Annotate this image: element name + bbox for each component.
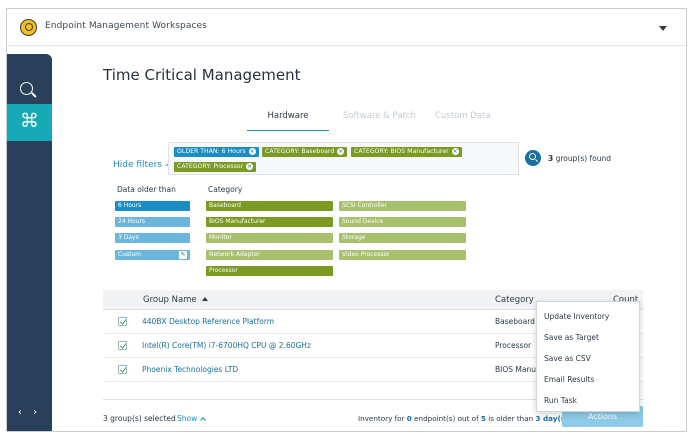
age-option-24-hours[interactable]: 24 Hours (115, 217, 190, 227)
category-option-storage[interactable]: Storage (339, 233, 466, 243)
groups-found: 3 group(s) found (548, 154, 612, 163)
checkbox-checked-icon[interactable] (118, 341, 127, 350)
hide-filters-toggle[interactable]: Hide filters (113, 160, 174, 170)
filter-chip-baseboard: CATEGORY: Baseboard × (262, 147, 348, 157)
checkbox-checked-icon[interactable] (118, 365, 127, 374)
checkbox-checked-icon[interactable] (118, 317, 127, 326)
search-button[interactable] (525, 150, 541, 166)
group-category: Baseboard (495, 317, 535, 326)
tab-hardware[interactable]: Hardware (247, 110, 329, 131)
column-category[interactable]: Category (495, 295, 534, 305)
app-title: Endpoint Management Workspaces (45, 21, 207, 31)
top-bar: Endpoint Management Workspaces (7, 9, 686, 46)
category-option-video-processor[interactable]: Video Processor (339, 250, 466, 260)
group-category: Processor (495, 341, 532, 350)
menu-item-save-as-csv[interactable]: Save as CSV (544, 354, 591, 363)
sidebar: ⌘ ‹ › (7, 54, 52, 431)
pencil-icon[interactable]: ✎ (179, 251, 187, 259)
command-icon: ⌘ (20, 110, 39, 132)
active-filters[interactable]: OLDER THAN: 6 Hours × CATEGORY: Baseboard… (168, 142, 519, 175)
category-option-baseboard[interactable]: Baseboard (206, 201, 333, 211)
group-name-link[interactable]: 440BX Desktop Reference Platform (142, 317, 274, 326)
group-name-link[interactable]: Intel(R) Core(TM) i7-6700HQ CPU @ 2.60GH… (142, 341, 311, 350)
tab-software-patch[interactable]: Software & Patch (343, 110, 416, 121)
close-icon[interactable]: × (337, 148, 345, 155)
menu-item-save-as-target[interactable]: Save as Target (544, 333, 599, 342)
category-option-scsi-controller[interactable]: SCSI Controller (339, 201, 466, 211)
sidebar-nav-arrows[interactable]: ‹ › (7, 407, 52, 418)
age-option-3-days[interactable]: 3 Days (115, 233, 190, 243)
menu-item-run-task[interactable]: Run Task (544, 396, 577, 405)
chevron-up-icon (200, 417, 207, 423)
close-icon[interactable]: × (248, 148, 256, 155)
app-window: Endpoint Management Workspaces ⌘ ‹ › Tim… (6, 8, 687, 432)
tab-custom-data[interactable]: Custom Data (435, 110, 491, 121)
category-option-network-adapter[interactable]: Network Adapter (206, 250, 333, 260)
menu-item-email-results[interactable]: Email Results (544, 375, 594, 384)
category-label: Category (208, 185, 243, 194)
column-group-name[interactable]: Group Name (143, 295, 208, 305)
sidebar-command-button[interactable]: ⌘ (7, 104, 52, 141)
age-option-custom[interactable]: Custom ✎ (115, 250, 190, 260)
selected-count: 3 group(s) selected (103, 414, 176, 423)
close-icon[interactable]: × (246, 163, 254, 170)
show-selected-toggle[interactable]: Show (177, 414, 207, 423)
filter-chip-bios-manufacturer: CATEGORY: BIOS Manufacturer × (351, 147, 462, 157)
caret-down-icon[interactable] (659, 26, 667, 31)
category-option-processor[interactable]: Processor (206, 266, 333, 276)
category-option-monitor[interactable]: Monitor (206, 233, 333, 243)
app-logo-icon (20, 19, 37, 36)
data-older-than-label: Data older than (117, 185, 176, 194)
group-name-link[interactable]: Phoenix Technologies LTD (142, 365, 238, 374)
filter-chip-older-than: OLDER THAN: 6 Hours × (174, 147, 259, 157)
filter-chip-processor: CATEGORY: Processor × (174, 162, 257, 172)
inventory-summary: Inventory for 0 endpoint(s) out of 5 is … (358, 414, 569, 423)
category-option-sound-device[interactable]: Sound Device (339, 217, 466, 227)
category-option-bios-manufacturer[interactable]: BIOS Manufacturer (206, 217, 333, 227)
menu-item-update-inventory[interactable]: Update Inventory (544, 312, 609, 321)
close-icon[interactable]: × (451, 148, 459, 155)
age-option-6-hours[interactable]: 6 Hours (115, 201, 190, 211)
actions-menu: Update Inventory Save as Target Save as … (536, 301, 640, 412)
page-title: Time Critical Management (103, 66, 301, 84)
sort-up-icon (201, 297, 208, 301)
